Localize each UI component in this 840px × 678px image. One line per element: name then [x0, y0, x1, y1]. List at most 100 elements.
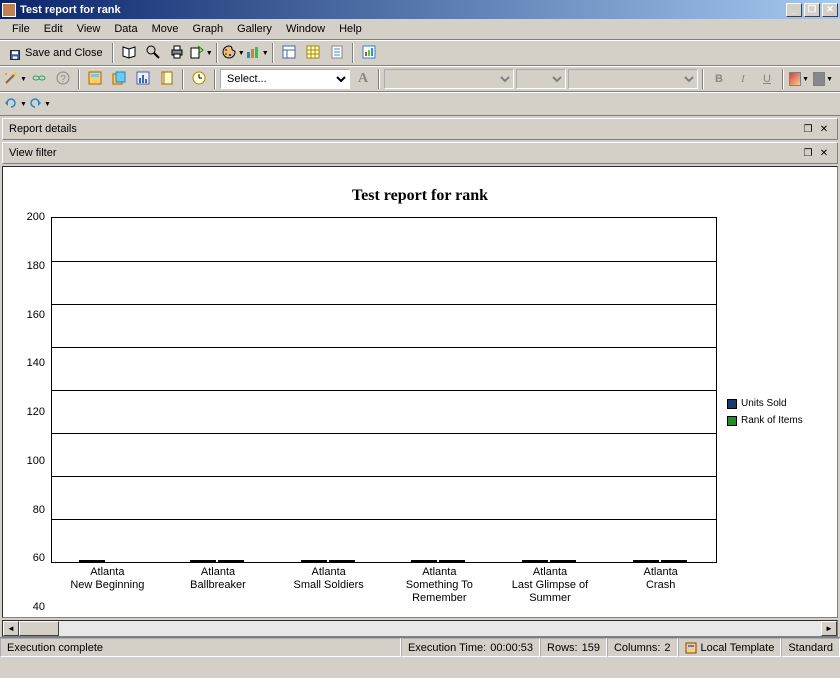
legend-label: Units Sold [741, 398, 787, 409]
clock-button[interactable] [188, 68, 210, 90]
sheet-icon [87, 70, 103, 89]
y-tick-label: 60 [33, 552, 45, 564]
bg-color-icon [813, 72, 825, 86]
save-and-close-button[interactable]: Save and Close [4, 42, 108, 64]
chart-plot[interactable]: Atlanta New BeginningAtlanta Ballbreaker… [51, 217, 717, 563]
view-grid-button[interactable] [302, 42, 324, 64]
status-columns: Columns: 2 [607, 638, 678, 657]
gridline [52, 476, 716, 477]
link-button[interactable] [28, 68, 50, 90]
italic-button[interactable]: I [732, 68, 754, 90]
help-button[interactable]: ? [52, 68, 74, 90]
redo-button[interactable]: ▼ [28, 93, 50, 115]
underline-button[interactable]: U [756, 68, 778, 90]
scroll-thumb[interactable] [19, 621, 59, 636]
legend-swatch [727, 416, 737, 426]
minimize-button[interactable]: _ [786, 3, 802, 17]
grid-icon [305, 44, 321, 63]
status-exec-time: Execution Time: 00:00:53 [401, 638, 540, 657]
panel-close-icon[interactable]: ✕ [817, 146, 831, 160]
print-button[interactable] [166, 42, 188, 64]
font-family-select[interactable] [384, 69, 514, 89]
status-rows: Rows: 159 [540, 638, 607, 657]
y-tick-label: 200 [27, 211, 45, 223]
undo-button[interactable]: ▼ [4, 93, 26, 115]
bg-color-button[interactable]: ▼ [812, 68, 834, 90]
chevron-down-icon: ▼ [238, 50, 245, 57]
link-icon [31, 70, 47, 89]
chart-body: 406080100120140160180200 Atlanta New Beg… [13, 217, 827, 607]
toolbar-separator [702, 69, 704, 89]
horizontal-scrollbar[interactable]: ◄ ► [2, 620, 838, 637]
style-select[interactable] [568, 69, 698, 89]
font-color-button[interactable]: A [352, 68, 374, 90]
export-icon [189, 44, 205, 63]
palette-button[interactable]: ▼ [222, 42, 244, 64]
toolbar-separator [78, 69, 80, 89]
svg-text:?: ? [60, 74, 66, 85]
window-controls: _ ❐ ✕ [784, 3, 838, 17]
close-button[interactable]: ✕ [822, 3, 838, 17]
font-size-select[interactable] [516, 69, 566, 89]
menu-graph[interactable]: Graph [187, 21, 230, 37]
y-tick-label: 100 [27, 455, 45, 467]
panel-restore-icon[interactable]: ❐ [801, 122, 815, 136]
sheet1-button[interactable] [84, 68, 106, 90]
menu-window[interactable]: Window [280, 21, 331, 37]
wand-icon [3, 70, 19, 89]
gridline [52, 347, 716, 348]
notes-button[interactable] [156, 68, 178, 90]
undo-icon [3, 95, 19, 114]
page-icon [329, 44, 345, 63]
open-book-button[interactable] [118, 42, 140, 64]
panel-view-filter[interactable]: View filter ❐ ✕ [2, 142, 838, 164]
bar-chart-icon [135, 70, 151, 89]
x-tick-label: Atlanta Something To Remember [406, 562, 473, 606]
clock-icon [191, 70, 207, 89]
menu-edit[interactable]: Edit [38, 21, 69, 37]
scroll-track[interactable] [19, 621, 821, 636]
view-form-button[interactable] [278, 42, 300, 64]
redo-icon [27, 95, 43, 114]
scroll-right-button[interactable]: ► [821, 621, 837, 636]
gridline [52, 390, 716, 391]
save-icon [9, 47, 21, 59]
panel-restore-icon[interactable]: ❐ [801, 146, 815, 160]
find-button[interactable] [142, 42, 164, 64]
status-mode: Standard [781, 638, 840, 657]
window-title: Test report for rank [20, 4, 784, 16]
menu-data[interactable]: Data [108, 21, 143, 37]
menu-move[interactable]: Move [146, 21, 185, 37]
toolbar-separator [112, 43, 114, 63]
scroll-left-button[interactable]: ◄ [3, 621, 19, 636]
notes-icon [159, 70, 175, 89]
panel-report-details[interactable]: Report details ❐ ✕ [2, 118, 838, 140]
chevron-down-icon: ▼ [20, 101, 27, 108]
select-dropdown[interactable]: Select... [220, 69, 350, 89]
export-button[interactable]: ▼ [190, 42, 212, 64]
gridline [52, 433, 716, 434]
chart-type-button[interactable] [132, 68, 154, 90]
gallery-button[interactable]: ▼ [246, 42, 268, 64]
form-icon [281, 44, 297, 63]
chevron-down-icon: ▼ [262, 50, 269, 57]
refresh-button[interactable] [358, 42, 380, 64]
y-tick-label: 160 [27, 309, 45, 321]
fill-color-button[interactable]: ▼ [788, 68, 810, 90]
menu-help[interactable]: Help [333, 21, 368, 37]
status-text: Execution complete [0, 638, 401, 657]
menu-view[interactable]: View [71, 21, 107, 37]
sheet2-button[interactable] [108, 68, 130, 90]
toolbar-separator [216, 43, 218, 63]
toolbar-main: Save and Close ▼ ▼ ▼ [0, 40, 840, 66]
view-page-button[interactable] [326, 42, 348, 64]
bold-button[interactable]: B [708, 68, 730, 90]
panel-close-icon[interactable]: ✕ [817, 122, 831, 136]
menu-file[interactable]: File [6, 21, 36, 37]
palette-icon [221, 44, 237, 63]
y-tick-label: 80 [33, 504, 45, 516]
toolbar-separator [378, 69, 380, 89]
maximize-button[interactable]: ❐ [804, 3, 820, 17]
wizard-button[interactable]: ▼ [4, 68, 26, 90]
menu-gallery[interactable]: Gallery [231, 21, 278, 37]
